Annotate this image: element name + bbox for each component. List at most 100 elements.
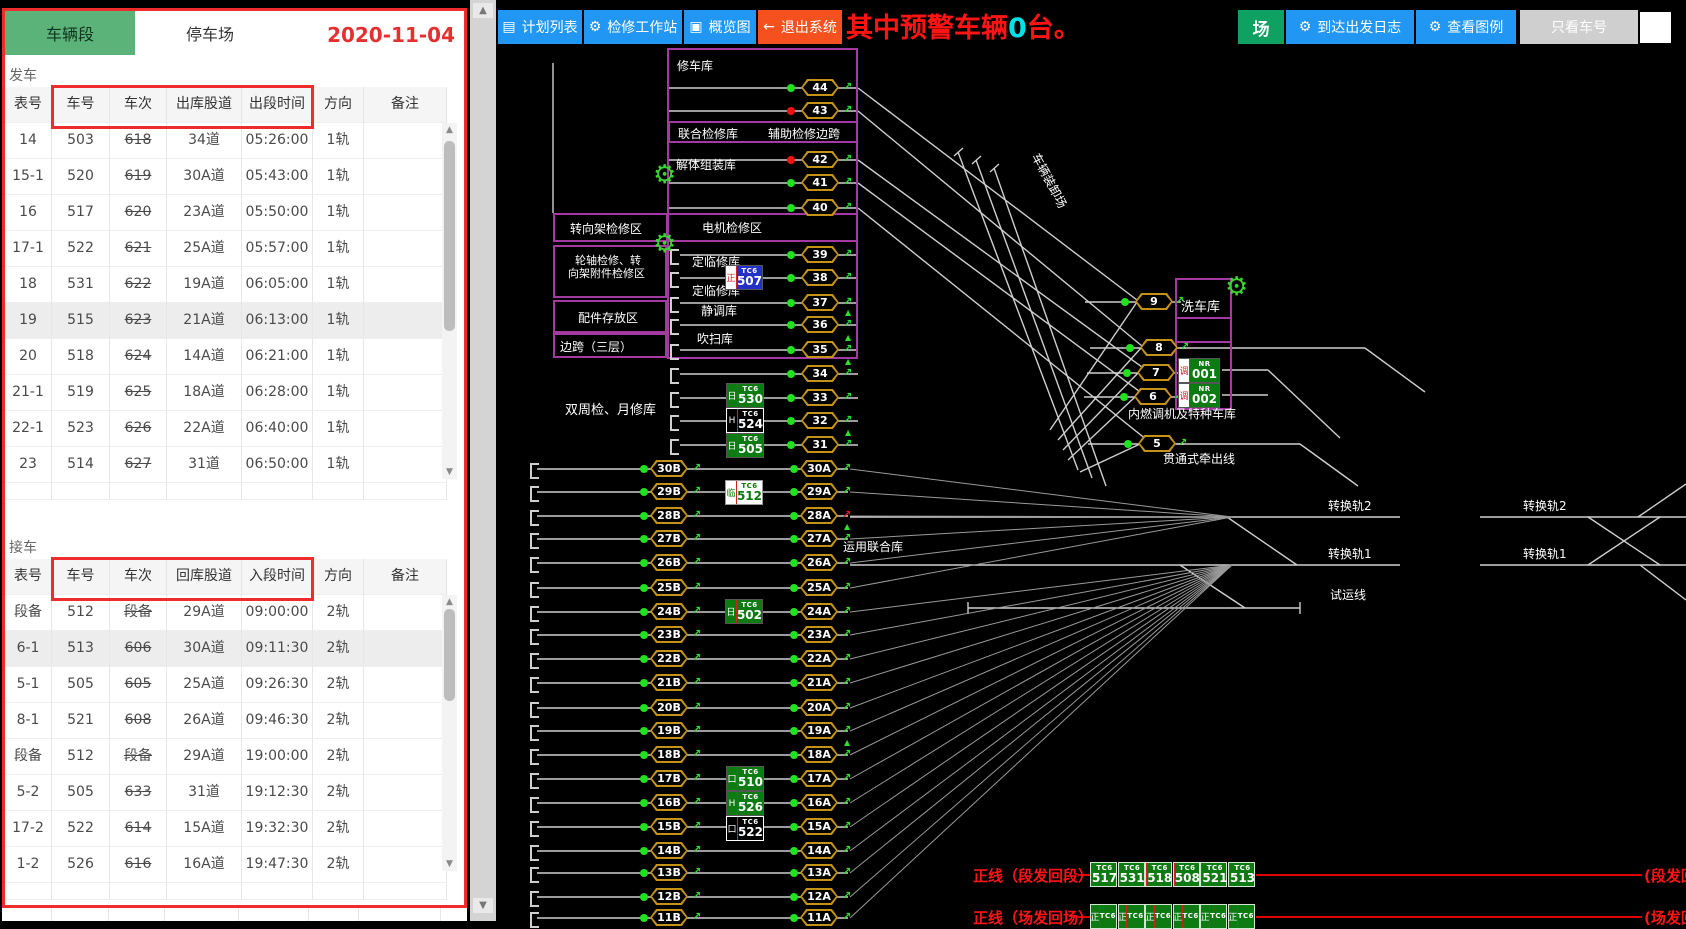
train-badge-530[interactable]: 日TC6530 [726, 383, 764, 408]
toolbar-button-2[interactable]: ▣概览图 [684, 10, 756, 44]
track-label-11A[interactable]: 11A [800, 909, 838, 926]
track-label-14A[interactable]: 14A [800, 842, 838, 859]
train-badge-531[interactable]: 正TC6531 [1118, 862, 1145, 887]
train-badge-512[interactable]: 临TC6512 [725, 480, 763, 505]
track-label-12A[interactable]: 12A [800, 888, 838, 905]
train-badge-505[interactable]: 日TC6505 [726, 433, 764, 458]
show-train-number-checkbox[interactable] [1640, 12, 1671, 43]
table-row[interactable]: 2051862414A道06:21:001轨 [5, 339, 447, 375]
track-label-7[interactable]: 7 [1137, 364, 1175, 381]
scrollbar-thumb[interactable] [444, 609, 455, 701]
track-label-28B[interactable]: 28B [650, 507, 688, 524]
track-label-24B[interactable]: 24B [650, 603, 688, 620]
track-label-19A[interactable]: 19A [800, 722, 838, 739]
table-row[interactable]: 段备512段备29A道09:00:002轨 [5, 595, 447, 631]
track-label-32[interactable]: 32 [801, 412, 839, 429]
track-label-25A[interactable]: 25A [800, 579, 838, 596]
track-label-21B[interactable]: 21B [650, 674, 688, 691]
gear-alarm-icon[interactable]: ⚙ [1225, 274, 1248, 300]
table-row[interactable]: 21-151962518A道06:28:001轨 [5, 375, 447, 411]
track-label-18B[interactable]: 18B [650, 746, 688, 763]
track-label-30A[interactable]: 30A [800, 460, 838, 477]
toolbar-right-button-0[interactable]: 场 [1238, 10, 1284, 44]
track-label-35[interactable]: 35 [801, 341, 839, 358]
table-row[interactable]: 5-250563331道19:12:302轨 [5, 775, 447, 811]
train-badge-526[interactable]: HTC6526 [726, 791, 764, 816]
scroll-up-icon[interactable]: ▲ [442, 595, 457, 609]
table-row[interactable]: 1450361834道05:26:001轨 [5, 123, 447, 159]
train-badge-521[interactable]: 正TC6521 [1200, 862, 1227, 887]
table-row[interactable]: 17-252261415A道19:32:302轨 [5, 811, 447, 847]
track-label-17A[interactable]: 17A [800, 770, 838, 787]
track-label-12B[interactable]: 12B [650, 888, 688, 905]
table-row[interactable]: 17-152262125A道05:57:001轨 [5, 231, 447, 267]
gear-alarm-icon[interactable]: ⚙ [653, 162, 676, 188]
track-label-20B[interactable]: 20B [650, 699, 688, 716]
track-label-29A[interactable]: 29A [800, 483, 838, 500]
train-badge-x[interactable]: 正TC6 [1118, 904, 1145, 929]
scroll-up-icon[interactable]: ▲ [473, 3, 493, 18]
train-badge-502[interactable]: 日TC6502 [725, 599, 763, 624]
track-label-30B[interactable]: 30B [650, 460, 688, 477]
train-badge-518[interactable]: 正TC6518 [1145, 862, 1172, 887]
train-badge-x[interactable]: 正TC6 [1173, 904, 1200, 929]
tab-depot[interactable]: 车辆段 [5, 11, 135, 55]
track-label-9[interactable]: 9 [1135, 293, 1173, 310]
train-badge-x[interactable]: 正TC6 [1145, 904, 1172, 929]
table-row[interactable]: 1853162219A道06:05:001轨 [5, 267, 447, 303]
train-badge-x[interactable]: 正TC6 [1090, 904, 1117, 929]
track-label-20A[interactable]: 20A [800, 699, 838, 716]
train-badge-x[interactable]: 正TC6 [1228, 904, 1255, 929]
table-scrollbar[interactable]: ▲▼ [442, 123, 457, 479]
table-row[interactable]: 5-150560525A道09:26:302轨 [5, 667, 447, 703]
scroll-up-icon[interactable]: ▲ [442, 123, 457, 137]
toolbar-right-button-3[interactable]: 只看车号 [1520, 10, 1638, 44]
track-label-38[interactable]: 38 [801, 269, 839, 286]
track-label-29B[interactable]: 29B [650, 483, 688, 500]
track-label-44[interactable]: 44 [801, 79, 839, 96]
track-label-42[interactable]: 42 [801, 151, 839, 168]
track-label-36[interactable]: 36 [801, 316, 839, 333]
table-row[interactable]: 15-152061930A道05:43:001轨 [5, 159, 447, 195]
track-label-13B[interactable]: 13B [650, 864, 688, 881]
track-label-23A[interactable]: 23A [800, 626, 838, 643]
track-label-16B[interactable]: 16B [650, 794, 688, 811]
table-row[interactable]: 1-252661616A道19:47:302轨 [5, 847, 447, 883]
track-label-27B[interactable]: 27B [650, 530, 688, 547]
track-label-15B[interactable]: 15B [650, 818, 688, 835]
table-row[interactable]: 段备512段备29A道19:00:002轨 [5, 739, 447, 775]
track-label-27A[interactable]: 27A [800, 530, 838, 547]
track-label-22A[interactable]: 22A [800, 650, 838, 667]
train-badge-x[interactable]: 正TC6 [1200, 904, 1227, 929]
train-badge-522[interactable]: 口TC6522 [726, 816, 764, 841]
track-label-16A[interactable]: 16A [800, 794, 838, 811]
toolbar-button-0[interactable]: ▤计划列表 [498, 10, 582, 44]
track-label-17B[interactable]: 17B [650, 770, 688, 787]
table-row[interactable]: 1951562321A道06:13:001轨 [5, 303, 447, 339]
track-label-41[interactable]: 41 [801, 174, 839, 191]
train-badge-001[interactable]: 调NR001 [1178, 358, 1220, 383]
tab-parking[interactable]: 停车场 [135, 11, 285, 55]
scrollbar-thumb[interactable] [444, 141, 455, 331]
train-badge-508[interactable]: 正TC6508 [1173, 862, 1200, 887]
train-badge-524[interactable]: HTC6524 [726, 408, 764, 433]
gear-alarm-icon[interactable]: ⚙ [653, 231, 676, 257]
table-row[interactable]: 1651762023A道05:50:001轨 [5, 195, 447, 231]
track-label-5[interactable]: 5 [1138, 435, 1176, 452]
train-badge-510[interactable]: 口TC6510 [726, 766, 764, 791]
train-badge-517[interactable]: 正TC6517 [1090, 862, 1117, 887]
track-label-28A[interactable]: 28A [800, 507, 838, 524]
scroll-down-icon[interactable]: ▼ [442, 465, 457, 479]
toolbar-right-button-1[interactable]: ⚙到达出发日志 [1286, 10, 1414, 44]
track-label-13A[interactable]: 13A [800, 864, 838, 881]
track-label-15A[interactable]: 15A [800, 818, 838, 835]
track-label-18A[interactable]: 18A [800, 746, 838, 763]
train-badge-507[interactable]: 正TC6507 [725, 265, 763, 290]
scroll-down-icon[interactable]: ▼ [473, 898, 493, 913]
track-label-26B[interactable]: 26B [650, 554, 688, 571]
table-row[interactable]: 6-151360630A道09:11:302轨 [5, 631, 447, 667]
track-label-40[interactable]: 40 [801, 199, 839, 216]
track-label-21A[interactable]: 21A [800, 674, 838, 691]
track-label-33[interactable]: 33 [801, 389, 839, 406]
table-row[interactable]: 8-152160826A道09:46:302轨 [5, 703, 447, 739]
